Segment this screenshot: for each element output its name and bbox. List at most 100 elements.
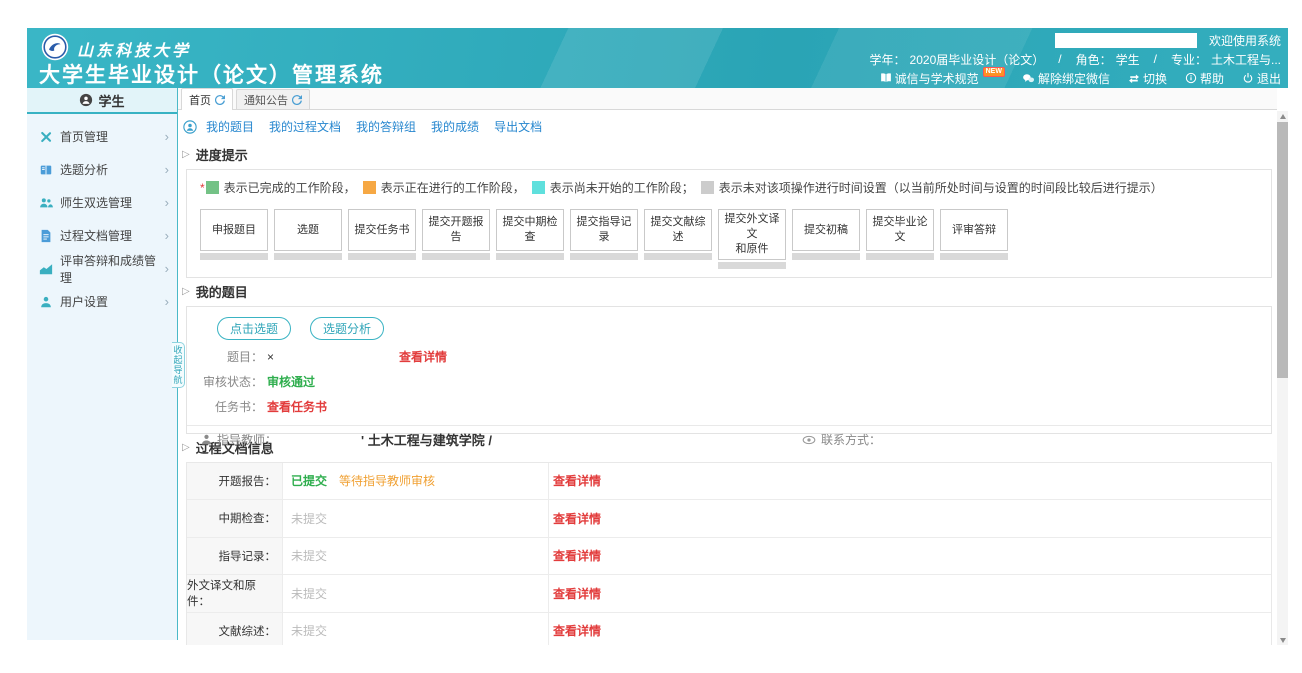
link-my-process-documents[interactable]: 我的过程文档 [269,118,341,135]
documents-table: 开题报告： 已提交 等待指导教师审核 查看详情 中期检查： 未提交 查看详情 指… [186,462,1272,645]
click-select-topic-button[interactable]: 点击选题 [217,317,291,340]
integrity-link[interactable]: 诚信与学术规范 NEW [880,70,1004,87]
chevron-right-icon: › [165,163,169,176]
progress-panel: * 表示已完成的工作阶段， 表示正在进行的工作阶段， 表示尚未开始的工作阶段； … [186,169,1272,278]
sidebar-item-process-documents[interactable]: 过程文档管理 › [27,219,177,252]
link-my-defense-group[interactable]: 我的答辩组 [356,118,416,135]
link-export-documents[interactable]: 导出文档 [494,118,542,135]
sidebar-role-header: 学生 [27,88,177,114]
refresh-icon[interactable] [215,95,225,105]
role-label: 角色： [1076,51,1112,68]
welcome-row: 欢迎使用系统 [866,31,1281,49]
chevron-right-icon: › [165,196,169,209]
vertical-scrollbar[interactable] [1277,111,1288,645]
system-title: 大学生毕业设计（论文）管理系统 [39,59,384,89]
stage-status-strip [866,253,934,260]
table-row-foreign-translation: 外文译文和原件： 未提交 查看详情 [187,575,1271,613]
topic-title-row: 题目： × 查看详情 [187,349,1271,365]
main-content: 首页 通知公告 我的题目 我的过程文档 我的答辩组 我的成绩 导出文档 [178,88,1277,645]
session-value: 2020届毕业设计（论文） [910,51,1045,68]
header-right: 欢迎使用系统 学年：2020届毕业设计（论文） / 角色：学生 / 专业：土木工… [866,31,1281,88]
view-detail-link[interactable]: 查看详情 [553,547,601,564]
tab-announcements[interactable]: 通知公告 [236,89,310,109]
welcome-text: 欢迎使用系统 [1209,32,1281,49]
my-topic-panel: 点击选题 选题分析 题目： × 查看详情 审核状态： 审核通过 任务书： 查看任… [186,306,1272,434]
switch-link[interactable]: 切换 [1128,70,1167,87]
stage-status-strip [496,253,564,260]
link-my-topic[interactable]: 我的题目 [206,118,254,135]
stage-status-strip [940,253,1008,260]
status-not-submitted: 未提交 [291,585,327,602]
stage-status-strip [422,253,490,260]
view-detail-link[interactable]: 查看详情 [553,472,601,489]
sidebar-item-home-management[interactable]: 首页管理 › [27,120,177,153]
chevron-right-icon: › [165,262,169,275]
refresh-icon[interactable] [292,95,302,105]
app-header: 山东科技大学 大学生毕业设计（论文）管理系统 欢迎使用系统 学年：2020届毕业… [27,28,1288,88]
view-task-book-link[interactable]: 查看任务书 [267,398,327,415]
required-asterisk: * [200,181,205,195]
header-nav-row: 诚信与学术规范 NEW 解除绑定微信 切换 [866,69,1281,87]
link-my-grades[interactable]: 我的成绩 [431,118,479,135]
session-label: 学年： [870,51,906,68]
task-book-row: 任务书： 查看任务书 [187,399,1271,415]
meta-row: 学年：2020届毕业设计（论文） / 角色：学生 / 专业：土木工程与... [866,50,1281,68]
help-link[interactable]: 帮助 [1185,70,1224,87]
book-icon [880,72,892,84]
progress-legend: * 表示已完成的工作阶段， 表示正在进行的工作阶段， 表示尚未开始的工作阶段； … [200,179,1271,196]
username-redacted [1055,33,1197,48]
stage-review-defense: 评审答辩 [940,209,1008,269]
table-row-midterm-check: 中期检查： 未提交 查看详情 [187,500,1271,538]
section-progress-header: ▷ 进度提示 [182,145,1277,164]
sidebar-item-review-defense-grades[interactable]: 评审答辩和成绩管理 › [27,252,177,285]
separator: / [1058,52,1061,66]
tools-icon [39,130,53,144]
unbind-wechat-link[interactable]: 解除绑定微信 [1022,70,1110,87]
tab-bar: 首页 通知公告 [178,88,1277,110]
scroll-up-arrow[interactable] [1277,111,1288,121]
help-icon [1185,72,1197,84]
chart-icon [39,262,53,276]
quick-links: 我的题目 我的过程文档 我的答辩组 我的成绩 导出文档 [178,110,1277,141]
table-row-guidance-record: 指导记录： 未提交 查看详情 [187,538,1271,576]
scroll-down-arrow[interactable] [1277,635,1288,645]
advisor-row: 指导教师： ' 土木工程与建筑学院 / 联系方式： [187,426,1271,454]
switch-icon [1128,72,1140,84]
sidebar-item-topic-analysis[interactable]: 选题分析 › [27,153,177,186]
view-detail-link[interactable]: 查看详情 [553,510,601,527]
view-detail-link[interactable]: 查看详情 [553,585,601,602]
sidebar-menu: 首页管理 › 选题分析 › 师生双选管理 › [27,114,177,318]
review-status-row: 审核状态： 审核通过 [187,374,1271,390]
people-icon [39,196,53,210]
section-my-topic-header: ▷ 我的题目 [182,282,1277,301]
stage-status-strip [792,253,860,260]
legend-swatch-noschedule [701,181,714,194]
topic-analysis-button[interactable]: 选题分析 [310,317,384,340]
legend-swatch-notstarted [532,181,545,194]
stage-status-strip [718,262,786,269]
review-status-value: 审核通过 [267,373,315,390]
wechat-icon [1022,72,1035,85]
scrollbar-thumb[interactable] [1277,122,1288,378]
triangle-icon: ▷ [182,149,190,160]
sidebar-item-mutual-selection[interactable]: 师生双选管理 › [27,186,177,219]
eye-icon [802,434,816,446]
tab-home[interactable]: 首页 [181,88,233,110]
separator: / [1154,52,1157,66]
major-label: 专业： [1171,51,1207,68]
university-name: 山东科技大学 [77,37,191,61]
person-badge-icon [79,93,93,107]
sidebar-item-user-settings[interactable]: 用户设置 › [27,285,177,318]
sidebar: 学生 首页管理 › 选题分析 › 师生双选管理 [27,88,178,640]
view-topic-detail-link[interactable]: 查看详情 [399,348,447,365]
collapse-nav-tab[interactable]: 收起导航 [172,342,185,388]
stage-first-draft: 提交初稿 [792,209,860,269]
stage-declare-topic: 申报题目 [200,209,268,269]
stage-select-topic: 选题 [274,209,342,269]
status-extra: 等待指导教师审核 [339,472,435,489]
view-detail-link[interactable]: 查看详情 [553,622,601,639]
new-badge: NEW [983,67,1005,77]
stage-final-thesis: 提交毕业论文 [866,209,934,269]
logout-link[interactable]: 退出 [1242,70,1281,87]
progress-stages: 申报题目 选题 提交任务书 提交开题报告 提交中期检查 提交指导记录 提交文献综… [200,209,1271,269]
